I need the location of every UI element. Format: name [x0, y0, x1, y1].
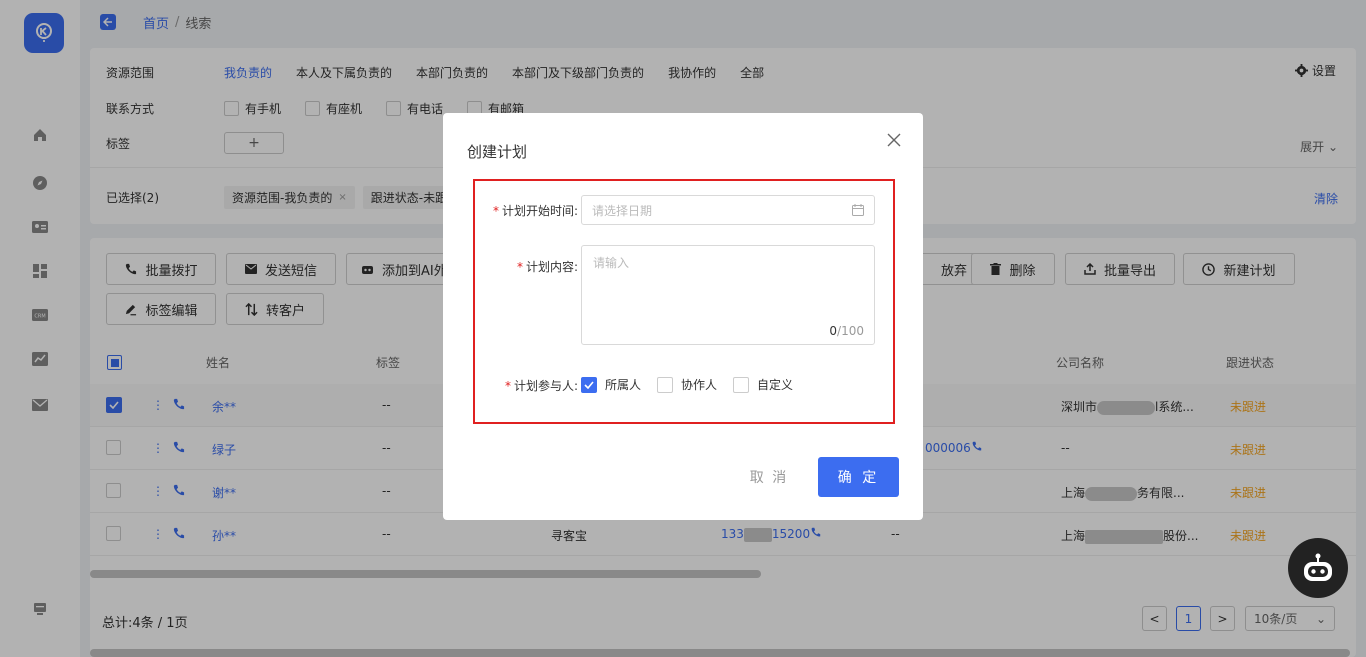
checkmark-icon	[581, 376, 597, 393]
close-icon[interactable]	[887, 133, 903, 149]
ai-assistant-button[interactable]	[1288, 538, 1348, 598]
participant-owner-checkbox[interactable]: 所属人	[581, 376, 641, 393]
create-plan-dialog: 创建计划 * 计划开始时间: 请选择日期 * 计划内容: 请输入 0/100 * 计划…	[443, 113, 923, 520]
cancel-button[interactable]: 取 消	[733, 457, 805, 497]
dialog-title: 创建计划	[467, 143, 528, 161]
plan-content-textarea[interactable]: 请输入 0/100	[581, 245, 875, 345]
robot-icon	[1304, 553, 1332, 581]
calendar-icon	[852, 204, 864, 216]
participant-custom-checkbox[interactable]: 自定义	[733, 376, 793, 393]
start-time-label: * 计划开始时间:	[492, 204, 578, 218]
start-date-placeholder: 请选择日期	[592, 203, 653, 218]
participant-collaborator-checkbox[interactable]: 协作人	[657, 376, 717, 393]
char-counter: 0/100	[829, 324, 864, 338]
start-date-picker[interactable]: 请选择日期	[581, 195, 875, 225]
content-label: * 计划内容:	[516, 260, 578, 274]
content-placeholder: 请输入	[593, 256, 630, 270]
confirm-button[interactable]: 确 定	[818, 457, 899, 497]
participants-label: * 计划参与人:	[504, 379, 578, 393]
